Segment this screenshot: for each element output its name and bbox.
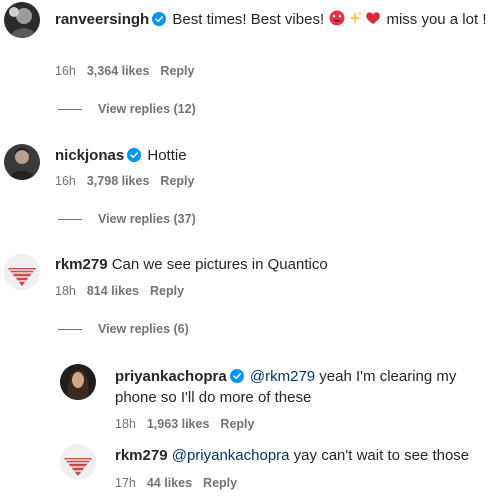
view-replies-label[interactable]: View replies (37)	[98, 211, 196, 227]
divider-line	[58, 108, 82, 110]
timestamp: 18h	[55, 284, 76, 298]
comment-ranveersingh: ranveersingh Best times! Best vibes! mis…	[0, 0, 500, 120]
mention-link[interactable]: @priyankachopra	[172, 447, 290, 464]
comment-body-end: miss you a lot !	[382, 11, 487, 28]
comment-text: ranveersingh Best times! Best vibes! mis…	[55, 9, 490, 30]
username[interactable]: ranveersingh	[55, 11, 149, 28]
view-replies-button[interactable]: View replies (37)	[58, 211, 196, 227]
reply-button[interactable]: Reply	[220, 417, 254, 431]
likes-count[interactable]: 44 likes	[147, 476, 192, 490]
avatar[interactable]	[60, 444, 96, 480]
view-replies-label[interactable]: View replies (6)	[98, 321, 189, 337]
divider-line	[58, 218, 82, 220]
verified-badge-icon	[127, 148, 142, 162]
avatar[interactable]	[4, 144, 40, 180]
username[interactable]: rkm279	[55, 256, 108, 273]
timestamp: 18h	[115, 417, 136, 431]
view-replies-button[interactable]: View replies (12)	[58, 101, 196, 117]
comment-text: priyankachopra @rkm279 yeah I'm clearing…	[115, 366, 475, 408]
comment-body: Can we see pictures in Quantico	[111, 256, 328, 273]
reply-button[interactable]: Reply	[160, 64, 194, 78]
verified-badge-icon	[152, 12, 167, 26]
reply-priyankachopra: priyankachopra @rkm279 yeah I'm clearing…	[0, 360, 500, 438]
username[interactable]: rkm279	[115, 447, 168, 464]
divider-line	[58, 328, 82, 330]
comment-text: rkm279 @priyankachopra yay can't wait to…	[115, 445, 495, 466]
avatar[interactable]	[60, 364, 96, 400]
username[interactable]: nickjonas	[55, 147, 124, 164]
likes-count[interactable]: 3,364 likes	[87, 64, 150, 78]
comment-meta: 17h 44 likes Reply	[115, 475, 248, 491]
reply-button[interactable]: Reply	[160, 174, 194, 188]
smiling-face-with-heart-eyes-icon	[329, 10, 345, 26]
likes-count[interactable]: 814 likes	[87, 284, 139, 298]
sparkles-icon	[347, 10, 363, 26]
comment-text: rkm279 Can we see pictures in Quantico	[55, 254, 490, 275]
avatar[interactable]	[4, 2, 40, 38]
verified-badge-icon	[229, 369, 244, 383]
comment-text: nickjonas Hottie	[55, 145, 490, 166]
comment-body: Hottie	[147, 147, 187, 164]
timestamp: 16h	[55, 64, 76, 78]
comment-rkm279: rkm279 Can we see pictures in Quantico 1…	[0, 250, 500, 350]
likes-count[interactable]: 3,798 likes	[87, 174, 150, 188]
comment-body: yay can't wait to see those	[289, 447, 470, 464]
comment-meta: 18h 814 likes Reply	[55, 283, 195, 299]
comment-meta: 16h 3,364 likes Reply	[55, 63, 205, 79]
comment-body: Best times! Best vibes!	[172, 11, 329, 28]
reply-button[interactable]: Reply	[203, 476, 237, 490]
timestamp: 16h	[55, 174, 76, 188]
view-replies-label[interactable]: View replies (12)	[98, 101, 196, 117]
reply-button[interactable]: Reply	[150, 284, 184, 298]
avatar[interactable]	[4, 254, 40, 290]
red-heart-icon	[365, 10, 381, 26]
view-replies-button[interactable]: View replies (6)	[58, 321, 189, 337]
timestamp: 17h	[115, 476, 136, 490]
username[interactable]: priyankachopra	[115, 368, 227, 385]
mention-link[interactable]: @rkm279	[250, 368, 315, 385]
likes-count[interactable]: 1,963 likes	[147, 417, 210, 431]
comment-meta: 16h 3,798 likes Reply	[55, 173, 205, 189]
reply-rkm279: rkm279 @priyankachopra yay can't wait to…	[0, 440, 500, 500]
comment-meta: 18h 1,963 likes Reply	[115, 416, 265, 432]
comment-nickjonas: nickjonas Hottie 16h 3,798 likes Reply Vie…	[0, 140, 500, 240]
